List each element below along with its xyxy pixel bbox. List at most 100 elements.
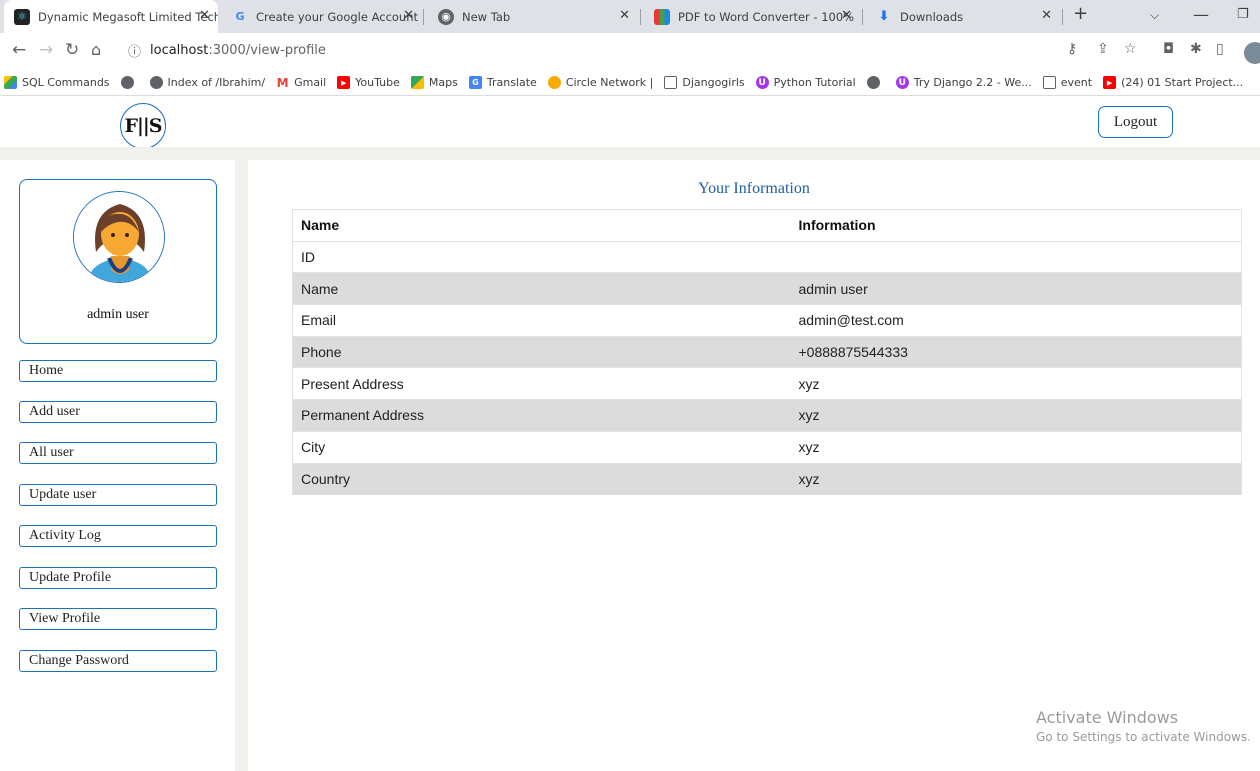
close-icon[interactable]: ✕: [403, 8, 414, 23]
table-row: Present Address xyz: [292, 367, 1242, 400]
field-label: Permanent Address: [292, 399, 791, 432]
udemy-icon: U: [895, 76, 909, 89]
new-tab-plus-icon[interactable]: +: [1073, 3, 1088, 24]
main-content: Your Information Name Information ID Nam…: [248, 160, 1260, 771]
menu-all-user-button[interactable]: All user: [19, 442, 217, 464]
google-favicon-icon: G: [235, 10, 245, 23]
extensions-icon[interactable]: ✱: [1190, 41, 1202, 57]
bookmark-translate[interactable]: G Translate: [468, 76, 537, 89]
column-header: Name: [292, 209, 791, 242]
menu-activity-log-button[interactable]: Activity Log: [19, 525, 217, 547]
address-bar[interactable]: ⓘ localhost:3000/view-profile: [128, 40, 1058, 64]
tab-title: Create your Google Account: [256, 9, 419, 24]
home-icon[interactable]: ⌂: [91, 40, 101, 59]
field-value: xyz: [790, 430, 1242, 463]
globe-icon: [149, 76, 163, 89]
table-row: ID: [292, 240, 1242, 273]
camera-icon[interactable]: ◘: [1163, 41, 1174, 57]
bookmark-maps[interactable]: Maps: [410, 76, 458, 89]
tab-downloads[interactable]: ⬇ Downloads ✕: [866, 0, 1060, 33]
tab-title: New Tab: [462, 9, 511, 24]
bookmark-label: Maps: [428, 76, 458, 89]
bookmark-label: SQL Commands: [22, 76, 110, 89]
menu-home-button[interactable]: Home: [19, 360, 217, 382]
tab-separator: [862, 9, 863, 25]
bookmark-try-django[interactable]: U Try Django 2.2 - We...: [895, 76, 1032, 89]
field-label: City: [292, 430, 791, 463]
table-row: Permanent Address xyz: [292, 399, 1242, 432]
share-icon[interactable]: ⇪: [1097, 41, 1109, 57]
bookmark-label: Gmail: [294, 76, 327, 89]
bookmark-globe-2[interactable]: [866, 76, 885, 89]
bookmark-globe[interactable]: [120, 76, 139, 89]
chrome-favicon-icon: ◉: [438, 8, 454, 25]
profile-avatar-icon[interactable]: [1244, 42, 1260, 64]
menu-update-profile-button[interactable]: Update Profile: [19, 567, 217, 589]
close-icon[interactable]: ✕: [841, 8, 852, 23]
windows-activation-watermark: Activate Windows Go to Settings to activ…: [1036, 708, 1251, 744]
browser-toolbar: ← → ↻ ⌂ ⓘ localhost:3000/view-profile ⚷ …: [0, 33, 1260, 70]
tab-title: Downloads: [900, 9, 964, 24]
tab-separator: [640, 9, 641, 25]
site-info-icon[interactable]: ⓘ: [128, 41, 141, 60]
bookmark-star-icon[interactable]: ☆: [1124, 41, 1137, 57]
forward-arrow-icon[interactable]: →: [39, 40, 53, 60]
bookmark-label: Circle Network |: [565, 76, 654, 89]
table-header-row: Name Information: [292, 209, 1242, 242]
menu-view-profile-button[interactable]: View Profile: [19, 608, 217, 630]
menu-update-user-button[interactable]: Update user: [19, 484, 217, 506]
url-path: :3000/view-profile: [208, 43, 326, 58]
drive-icon: [4, 76, 17, 89]
bookmark-start-project[interactable]: ▶ (24) 01 Start Project...: [1103, 76, 1243, 89]
translate-icon: G: [468, 76, 482, 89]
globe-icon: [866, 76, 880, 89]
table-row: Email admin@test.com: [292, 304, 1242, 337]
close-icon[interactable]: ✕: [1041, 8, 1052, 23]
tab-pdf-converter[interactable]: PDF to Word Converter - 100% ✕: [644, 0, 860, 33]
tab-new-tab[interactable]: ◉ New Tab ✕: [428, 0, 638, 33]
logout-button[interactable]: Logout: [1098, 106, 1173, 138]
menu-add-user-button[interactable]: Add user: [19, 401, 217, 423]
bookmark-youtube[interactable]: ▶ YouTube: [337, 76, 400, 89]
reload-icon[interactable]: ↻: [65, 40, 79, 60]
restore-window-icon[interactable]: ❐: [1237, 7, 1249, 22]
tab-separator: [423, 9, 424, 25]
table-row: Country xyz: [292, 462, 1242, 495]
key-icon[interactable]: ⚷: [1067, 41, 1077, 57]
udemy-icon: U: [755, 76, 769, 89]
bookmark-event[interactable]: event: [1042, 76, 1092, 89]
bookmark-index-ibrahim[interactable]: Index of /Ibrahim/: [149, 76, 265, 89]
column-header: Information: [790, 209, 1242, 242]
tab-dynamic-megasoft[interactable]: ⚛ Dynamic Megasoft Limited Tech ✕: [4, 0, 218, 33]
user-avatar-icon: [73, 191, 165, 283]
tab-google-account[interactable]: G Create your Google Account ✕: [222, 0, 422, 33]
youtube-icon: ▶: [1103, 76, 1117, 89]
tab-title: PDF to Word Converter - 100%: [678, 9, 855, 24]
close-icon[interactable]: ✕: [619, 8, 630, 23]
side-panel-icon[interactable]: ▯: [1216, 41, 1224, 57]
bookmark-label: Djangogirls: [682, 76, 745, 89]
url-text: localhost:3000/view-profile: [150, 43, 326, 58]
sidebar: admin user Home Add user All user Update…: [0, 160, 235, 771]
minimize-icon[interactable]: —: [1193, 5, 1209, 24]
bookmark-sql-commands[interactable]: SQL Commands: [4, 76, 110, 89]
menu-change-password-button[interactable]: Change Password: [19, 650, 217, 672]
field-value: xyz: [790, 399, 1242, 432]
gmail-icon: M: [276, 75, 289, 90]
site-logo[interactable]: F||S: [120, 103, 166, 149]
bookmark-python-tutorial[interactable]: U Python Tutorial: [755, 76, 856, 89]
bookmark-gmail[interactable]: M Gmail: [276, 75, 327, 90]
bookmark-circle-network[interactable]: Circle Network |: [547, 76, 654, 89]
maps-icon: [410, 76, 424, 89]
table-row: City xyz: [292, 430, 1242, 463]
bookmarks-bar: SQL Commands Index of /Ibrahim/ M Gmail ▶…: [0, 70, 1260, 96]
field-value: xyz: [790, 462, 1242, 495]
tab-search-chevron-icon[interactable]: ⌵: [1150, 8, 1159, 23]
bookmark-djangogirls[interactable]: Djangogirls: [664, 76, 745, 89]
field-value: +0888875544333: [790, 335, 1242, 368]
field-value: xyz: [790, 367, 1242, 400]
field-label: Email: [292, 304, 791, 337]
back-arrow-icon[interactable]: ←: [12, 40, 26, 60]
close-icon[interactable]: ✕: [199, 8, 210, 23]
web-page: F||S Logout admin user Home Add user All…: [0, 96, 1260, 771]
